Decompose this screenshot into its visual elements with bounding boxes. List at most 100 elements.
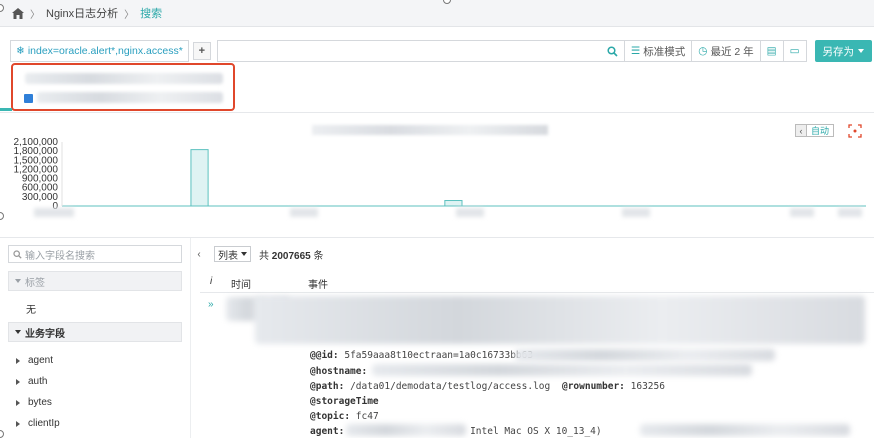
x-axis-label-blurred <box>290 208 318 217</box>
view-select[interactable]: 列表 <box>214 246 251 262</box>
field-item-clientip[interactable]: clientIp <box>16 418 60 429</box>
field-value[interactable]: Intel Mac OS X 10_13_4) <box>470 426 602 437</box>
field-search-placeholder: 输入字段名搜索 <box>25 250 95 262</box>
table-header: i 时间 事件 <box>200 276 874 291</box>
column-event[interactable]: 事件 <box>308 276 328 291</box>
divider <box>200 292 874 293</box>
x-axis-label-blurred <box>790 208 814 217</box>
clock-icon: ◷ <box>698 45 708 57</box>
field-value[interactable]: 163256 <box>631 381 665 392</box>
time-range-label: 最近 2 年 <box>710 45 754 58</box>
tags-section-toggle[interactable]: 标签 <box>8 271 182 291</box>
event-raw-blurred <box>255 296 865 344</box>
query-text: index=oracle.alert*,nginx.access* <box>27 45 183 57</box>
blurred-value <box>346 424 466 436</box>
tab-indicator <box>0 108 12 111</box>
x-axis-label-blurred <box>456 208 484 217</box>
checkbox[interactable] <box>24 94 33 103</box>
histogram-bar[interactable] <box>444 200 463 207</box>
no-tags-label: 无 <box>26 305 36 316</box>
suggestion-item-blurred[interactable] <box>25 73 223 84</box>
collapse-panel-button[interactable]: ‹ <box>192 246 206 262</box>
total-prefix: 共 <box>259 250 269 262</box>
query-area[interactable] <box>216 40 601 62</box>
mode-button[interactable]: ☰ 标准模式 <box>624 40 693 62</box>
business-fields-section-toggle[interactable]: 业务字段 <box>8 322 182 342</box>
x-axis-label-blurred <box>34 208 74 217</box>
event-field-path: @path: /data01/demodata/testlog/access.l… <box>310 381 665 392</box>
view-select-value: 列表 <box>218 250 238 262</box>
field-search-input[interactable]: 输入字段名搜索 <box>8 245 182 263</box>
results-header: ‹ 列表 共 2007665 条 <box>192 245 324 263</box>
blurred-value <box>640 424 850 436</box>
column-info: i <box>210 276 213 287</box>
search-bar: ❄ index=oracle.alert*,nginx.access* + ☰ … <box>10 40 872 62</box>
chevron-left-icon[interactable]: ‹ <box>795 124 807 137</box>
histogram-bar[interactable] <box>190 149 209 207</box>
expand-row-button[interactable]: » <box>208 299 214 310</box>
caret-right-icon <box>16 420 20 427</box>
field-item-label: agent <box>28 355 54 366</box>
timeline-chart[interactable]: 2,100,0001,800,0001,500,0001,200,000900,… <box>0 138 874 238</box>
field-key: agent: <box>310 426 345 437</box>
x-axis-label-blurred <box>838 208 862 217</box>
event-field-id: @@id: 5fa59aaa8t10ectraan=1a0c16733bb63 <box>310 350 533 361</box>
chevron-right-icon: 〉 <box>30 9 40 21</box>
breadcrumb-item-search: 搜索 <box>140 8 163 20</box>
field-key: @rownumber: <box>561 381 625 392</box>
time-range-button[interactable]: ◷ 最近 2 年 <box>692 40 761 62</box>
field-item-auth[interactable]: auth <box>16 376 47 387</box>
resize-handle[interactable] <box>0 430 4 438</box>
field-item-label: bytes <box>28 397 52 408</box>
query-suggestion-dropdown <box>11 63 235 111</box>
folder-button[interactable]: ▭ <box>783 40 807 62</box>
total-count: 共 2007665 条 <box>259 247 324 262</box>
query-input[interactable]: ❄ index=oracle.alert*,nginx.access* <box>10 40 189 62</box>
save-as-button[interactable]: 另存为 <box>814 40 872 62</box>
document-button[interactable]: ▤ <box>760 40 784 62</box>
divider <box>0 112 874 113</box>
suggestion-item-blurred[interactable] <box>37 92 223 103</box>
divider <box>0 237 874 238</box>
caret-right-icon <box>16 378 20 385</box>
field-item-agent[interactable]: agent <box>16 355 53 366</box>
field-key: @path: <box>310 381 345 392</box>
blurred-value <box>372 364 752 376</box>
caret-right-icon <box>16 399 20 406</box>
list-icon: ☰ <box>630 45 641 57</box>
event-field-topic: @topic: fc47 <box>310 411 379 422</box>
fullscreen-icon[interactable] <box>848 124 862 138</box>
field-item-label: clientIp <box>28 418 60 429</box>
chart-title-blurred <box>312 125 548 135</box>
add-query-button[interactable]: + <box>192 42 211 60</box>
field-key: @storageTime <box>310 396 379 407</box>
interval-control[interactable]: ‹ 自动 <box>795 124 835 137</box>
field-value[interactable]: 5fa59aaa8t10ectraan=1a0c16733bb63 <box>344 350 533 361</box>
column-time[interactable]: 时间 <box>231 276 251 291</box>
caret-down-icon <box>241 252 247 256</box>
search-button[interactable] <box>600 40 625 62</box>
field-value[interactable]: fc47 <box>356 411 379 422</box>
event-field-hostname: @hostname: <box>310 366 367 377</box>
breadcrumb-item-nginx[interactable]: Nginx日志分析 <box>46 5 118 21</box>
business-fields-label: 业务字段 <box>25 328 65 340</box>
field-value[interactable]: /data01/demodata/testlog/access.log <box>350 381 550 392</box>
home-icon[interactable] <box>12 7 24 19</box>
caret-down-icon <box>15 330 21 334</box>
caret-right-icon <box>16 357 20 364</box>
event-field-storagetime: @storageTime <box>310 396 379 407</box>
folder-icon: ▭ <box>789 45 800 57</box>
caret-down-icon <box>858 49 864 53</box>
field-key: @topic: <box>310 411 351 422</box>
field-item-label: auth <box>28 376 48 387</box>
field-item-bytes[interactable]: bytes <box>16 397 52 408</box>
save-as-label: 另存为 <box>822 45 855 58</box>
auto-interval-label[interactable]: 自动 <box>807 124 835 137</box>
field-key: @hostname: <box>310 366 368 377</box>
search-icon <box>13 249 22 259</box>
snowflake-icon: ❄ <box>16 45 25 57</box>
search-icon <box>607 45 618 57</box>
chevron-right-icon: 〉 <box>124 9 135 21</box>
blurred-value <box>515 349 775 361</box>
mode-label: 标准模式 <box>643 45 686 58</box>
